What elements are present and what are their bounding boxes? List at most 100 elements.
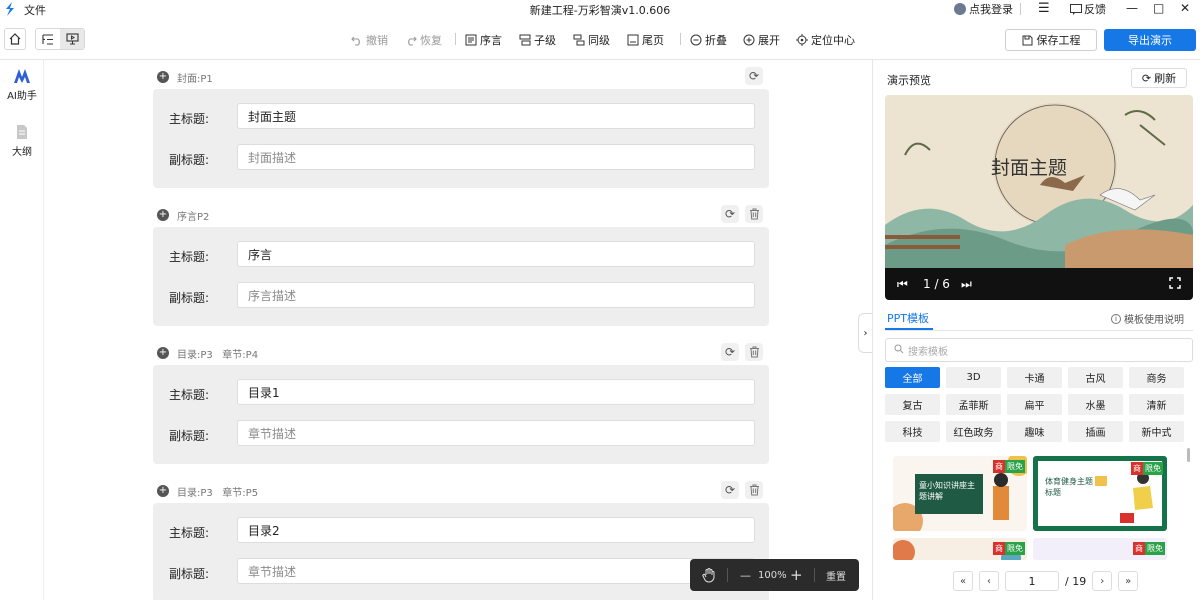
- fold-label: 折叠: [705, 34, 727, 47]
- add-circle-icon[interactable]: +: [157, 347, 169, 359]
- section-preface: + 序言P2 ⟳ 主标题: 序言 副标题: 序言描述: [153, 203, 769, 326]
- close-button[interactable]: ✕: [1180, 0, 1190, 16]
- divider: [680, 33, 681, 45]
- preface-button[interactable]: 序言: [465, 32, 502, 48]
- template-search-input[interactable]: 搜索模板: [885, 338, 1193, 362]
- outline-view-icon: [42, 33, 53, 45]
- category-chip[interactable]: 科技: [885, 421, 940, 442]
- category-chip[interactable]: 全部: [885, 367, 940, 388]
- skip-forward-icon[interactable]: ⏭: [961, 277, 972, 292]
- category-chip[interactable]: 水墨: [1068, 394, 1123, 415]
- title-input[interactable]: 封面主题: [237, 103, 755, 129]
- title-input[interactable]: 目录2: [237, 517, 755, 543]
- category-chip[interactable]: 孟菲斯: [946, 394, 1001, 415]
- category-chip[interactable]: 新中式: [1129, 421, 1184, 442]
- save-project-button[interactable]: 保存工程: [1005, 29, 1097, 51]
- category-chip[interactable]: 趣味: [1007, 421, 1062, 442]
- prev-page-button[interactable]: ‹: [979, 571, 999, 591]
- section-label: 封面:P1: [177, 74, 213, 85]
- undo-button[interactable]: 撤销: [351, 32, 388, 48]
- child-level-label: 子级: [534, 34, 556, 47]
- last-page-button[interactable]: »: [1118, 571, 1139, 591]
- badge-paid: 商: [993, 542, 1005, 555]
- hand-pan-icon[interactable]: [702, 559, 716, 591]
- category-chip[interactable]: 红色政务: [946, 421, 1001, 442]
- subtitle-input[interactable]: 章节描述: [237, 558, 755, 584]
- locate-center-label: 定位中心: [811, 34, 855, 47]
- outline-canvas: + 封面:P1 ⟳ 主标题: 封面主题 副标题: 封面描述 + 序言P2 ⟳ 主…: [44, 60, 872, 600]
- next-page-button[interactable]: ›: [1092, 571, 1113, 591]
- expand-button[interactable]: 展开: [743, 32, 780, 48]
- refresh-icon[interactable]: ⟳: [745, 67, 763, 85]
- feedback-button[interactable]: 反馈: [1070, 1, 1106, 17]
- locate-center-button[interactable]: 定位中心: [796, 32, 855, 48]
- category-chip[interactable]: 卡通: [1007, 367, 1062, 388]
- redo-button[interactable]: 恢复: [405, 32, 442, 48]
- skip-back-icon[interactable]: ⏮: [897, 277, 908, 292]
- first-page-button[interactable]: «: [953, 571, 973, 591]
- nav-outline[interactable]: 大纲: [0, 124, 44, 158]
- category-chip[interactable]: 复古: [885, 394, 940, 415]
- category-chip[interactable]: 古风: [1068, 367, 1123, 388]
- title-input[interactable]: 目录1: [237, 379, 755, 405]
- export-presentation-button[interactable]: 导出演示: [1104, 29, 1196, 51]
- category-chip[interactable]: 3D: [946, 367, 1001, 388]
- minus-circle-icon: [690, 34, 702, 46]
- template-help-link[interactable]: i 模板使用说明: [1111, 311, 1184, 326]
- title-input[interactable]: 序言: [237, 241, 755, 267]
- category-chip[interactable]: 扁平: [1007, 394, 1062, 415]
- subtitle-input[interactable]: 章节描述: [237, 420, 755, 446]
- add-circle-icon[interactable]: +: [157, 485, 169, 497]
- template-thumbnail[interactable]: 体育健身主题标题 商限免: [1033, 456, 1167, 531]
- subtitle-input[interactable]: 序言描述: [237, 282, 755, 308]
- template-thumbnail[interactable]: 商限免: [893, 538, 1027, 560]
- presentation-view-button[interactable]: [60, 29, 84, 49]
- refresh-icon[interactable]: ⟳: [721, 205, 739, 223]
- category-chip[interactable]: 插画: [1068, 421, 1123, 442]
- refresh-icon[interactable]: ⟳: [721, 481, 739, 499]
- zoom-in-button[interactable]: +: [790, 559, 803, 591]
- slide-preview[interactable]: 封面主题 ⏮ 1 / 6 ⏭: [885, 95, 1193, 300]
- add-circle-icon[interactable]: +: [157, 71, 169, 83]
- fullscreen-icon[interactable]: [1169, 276, 1181, 292]
- hamburger-menu-icon[interactable]: ☰: [1038, 2, 1050, 15]
- slide-illustration: [885, 95, 1193, 268]
- subtitle-label: 副标题:: [169, 153, 210, 167]
- refresh-icon[interactable]: ⟳: [721, 343, 739, 361]
- ending-page-button[interactable]: 尾页: [627, 32, 664, 48]
- home-button[interactable]: [4, 28, 26, 50]
- category-chip[interactable]: 清新: [1129, 394, 1184, 415]
- template-thumbnail[interactable]: 商限免: [1033, 538, 1167, 560]
- avatar-icon: [954, 3, 966, 15]
- redo-icon: [408, 36, 417, 46]
- target-icon: [796, 34, 808, 46]
- category-chip[interactable]: 商务: [1129, 367, 1184, 388]
- maximize-button[interactable]: □: [1153, 0, 1164, 16]
- page-number-input[interactable]: 1: [1005, 571, 1059, 591]
- reset-zoom-button[interactable]: 重置: [826, 559, 846, 591]
- trash-icon[interactable]: [745, 205, 763, 223]
- sibling-level-button[interactable]: 同级: [573, 32, 610, 48]
- template-scrollbar[interactable]: [1187, 448, 1190, 462]
- trash-icon[interactable]: [745, 481, 763, 499]
- badge: 商限免: [1131, 462, 1163, 475]
- minimize-button[interactable]: —: [1126, 0, 1138, 16]
- subtitle-input[interactable]: 封面描述: [237, 144, 755, 170]
- title-label: 主标题:: [169, 526, 210, 540]
- divider: [727, 568, 728, 582]
- add-circle-icon[interactable]: +: [157, 209, 169, 221]
- trash-icon[interactable]: [745, 343, 763, 361]
- nav-ai-assistant[interactable]: AI助手: [0, 68, 44, 102]
- refresh-preview-button[interactable]: ⟳ 刷新: [1131, 68, 1187, 88]
- child-level-button[interactable]: 子级: [519, 32, 556, 48]
- section-card: 主标题: 序言 副标题: 序言描述: [153, 227, 769, 326]
- fold-button[interactable]: 折叠: [690, 32, 727, 48]
- outline-view-button[interactable]: [36, 29, 60, 49]
- tab-active-indicator: [885, 328, 933, 330]
- zoom-out-button[interactable]: —: [740, 559, 751, 591]
- tab-ppt-templates[interactable]: PPT模板: [887, 310, 929, 326]
- collapse-panel-button[interactable]: ›: [858, 313, 872, 353]
- template-thumbnail[interactable]: 童小知识讲座主题讲解 商限免: [893, 456, 1027, 531]
- login-button[interactable]: 点我登录: [954, 1, 1013, 17]
- search-placeholder: 搜索模板: [908, 346, 948, 358]
